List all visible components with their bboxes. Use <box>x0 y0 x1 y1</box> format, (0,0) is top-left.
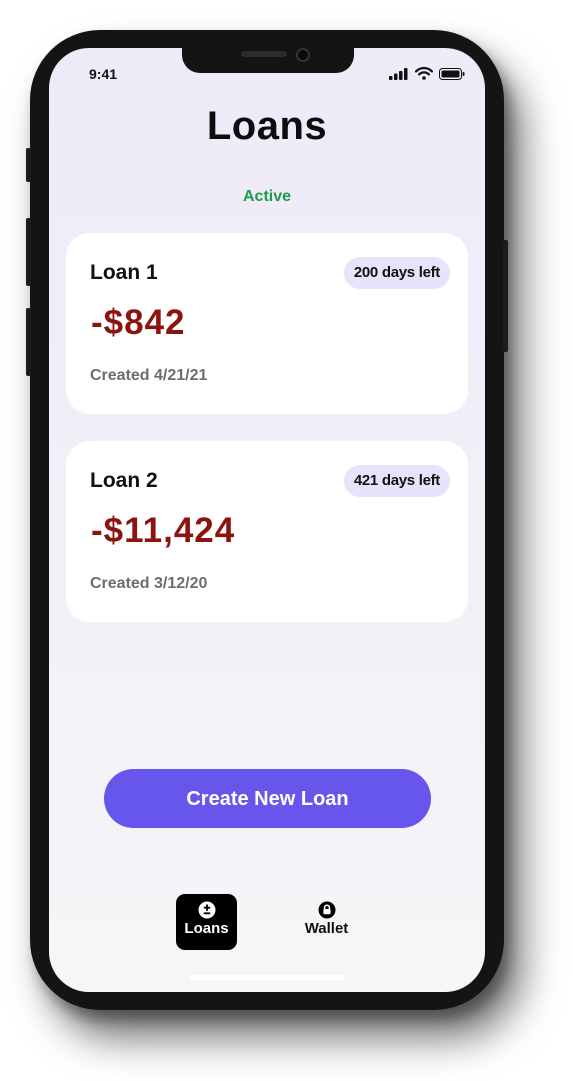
front-camera <box>296 48 310 62</box>
active-section-label: Active <box>242 188 292 205</box>
tab-loans[interactable]: Loans <box>176 894 237 950</box>
tab-loans-label: Loans <box>184 920 229 937</box>
page-title: Loans <box>206 104 328 148</box>
days-left-badge: 200 days left <box>343 257 450 289</box>
days-left-badge: 421 days left <box>343 465 450 497</box>
screen: 9:41 Loans Active Loan 1 200 days left -… <box>49 48 485 992</box>
volume-down-button <box>26 308 31 376</box>
loan-amount: -$11,424 <box>91 511 236 550</box>
status-icons <box>389 67 465 80</box>
tab-wallet-label: Wallet <box>304 920 349 937</box>
loan-created-date: Created 4/21/21 <box>90 367 208 384</box>
silent-switch <box>26 148 31 182</box>
volume-up-button <box>26 218 31 286</box>
power-button <box>503 240 508 352</box>
plus-minus-icon <box>198 901 215 919</box>
loan-card[interactable]: Loan 1 200 days left -$842 Created 4/21/… <box>66 233 468 414</box>
cellular-signal-icon <box>389 67 408 80</box>
battery-icon <box>439 67 465 80</box>
loan-name: Loan 2 <box>90 469 158 492</box>
status-time: 9:41 <box>89 66 118 82</box>
home-indicator <box>189 975 345 980</box>
notch <box>182 48 354 73</box>
lock-icon <box>318 901 335 919</box>
loan-card[interactable]: Loan 2 421 days left -$11,424 Created 3/… <box>66 441 468 622</box>
wifi-icon <box>415 67 433 80</box>
loan-amount: -$842 <box>91 303 186 342</box>
loan-created-date: Created 3/12/20 <box>90 575 208 592</box>
loan-name: Loan 1 <box>90 261 158 284</box>
create-new-loan-button[interactable]: Create New Loan <box>104 769 431 828</box>
speaker-grille <box>241 51 287 57</box>
tab-wallet[interactable]: Wallet <box>296 894 357 950</box>
stage: 9:41 Loans Active Loan 1 200 days left -… <box>0 0 573 1081</box>
